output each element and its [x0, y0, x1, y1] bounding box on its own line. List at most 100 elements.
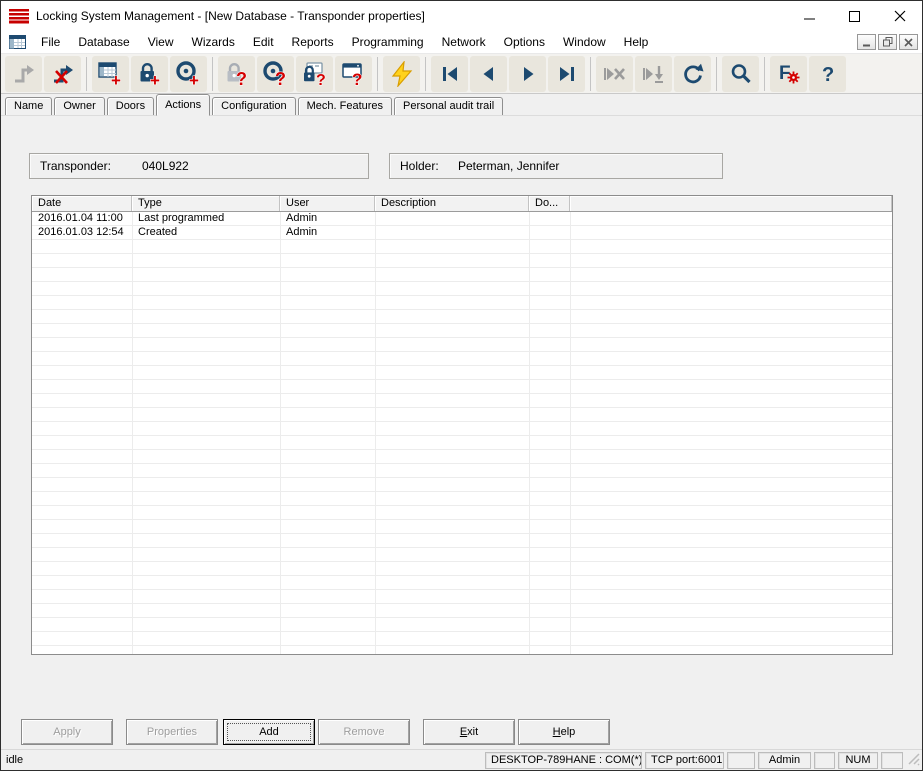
read-transponder-button[interactable]: ?	[257, 56, 294, 92]
child-window-icon[interactable]	[9, 35, 26, 49]
status-user: Admin	[758, 752, 811, 769]
resize-grip[interactable]	[906, 751, 921, 769]
svg-text:?: ?	[352, 70, 362, 87]
column-gridline	[132, 212, 133, 654]
read-transponder-icon: ?	[262, 60, 289, 87]
new-transponder-button[interactable]: +	[170, 56, 207, 92]
column-gridline	[570, 212, 571, 654]
svg-text:+: +	[150, 71, 160, 87]
tab-configuration[interactable]: Configuration	[212, 97, 295, 115]
menu-programming[interactable]: Programming	[343, 32, 433, 52]
last-record-button[interactable]	[548, 56, 585, 92]
status-num-lock: NUM	[838, 752, 878, 769]
cell-user: Admin	[280, 226, 375, 240]
next-record-button[interactable]	[509, 56, 546, 92]
previous-record-button[interactable]	[470, 56, 507, 92]
holder-field-box: Holder: Peterman, Jennifer	[389, 153, 723, 179]
menu-database[interactable]: Database	[69, 32, 138, 52]
toolbar: + + + ? ? ? ?	[1, 54, 922, 94]
search-button[interactable]	[722, 56, 759, 92]
tab-personal-audit-trail[interactable]: Personal audit trail	[394, 97, 503, 115]
read-lock-button[interactable]: ?	[218, 56, 255, 92]
cell-date: 2016.01.04 11:00	[32, 212, 132, 226]
window-title: Locking System Management - [New Databas…	[36, 9, 425, 23]
app-window: Locking System Management - [New Databas…	[0, 0, 923, 771]
new-lock-button[interactable]: +	[131, 56, 168, 92]
cell-type: Created	[132, 226, 280, 240]
previous-record-icon	[477, 62, 501, 86]
mdi-close-button[interactable]	[899, 34, 918, 50]
mdi-restore-button[interactable]	[878, 34, 897, 50]
first-record-button[interactable]	[431, 56, 468, 92]
menu-edit[interactable]: Edit	[244, 32, 283, 52]
add-button[interactable]: Add	[223, 719, 315, 745]
tab-owner[interactable]: Owner	[54, 97, 104, 115]
menu-wizards[interactable]: Wizards	[183, 32, 244, 52]
toolbar-separator	[212, 57, 213, 91]
minimize-icon	[804, 11, 815, 22]
read-window-icon: ?	[340, 60, 367, 87]
column-header-doors[interactable]: Do...	[529, 196, 570, 211]
flash-program-button[interactable]	[383, 56, 420, 92]
new-locking-system-button[interactable]: +	[92, 56, 129, 92]
skip-down-icon	[641, 61, 667, 87]
column-header-description[interactable]: Description	[375, 196, 529, 211]
toolbar-separator	[425, 57, 426, 91]
column-header-user[interactable]: User	[280, 196, 375, 211]
exit-button[interactable]: Exit	[423, 719, 515, 745]
svg-text:F: F	[779, 63, 791, 84]
logout-button[interactable]	[44, 56, 81, 92]
menu-network[interactable]: Network	[433, 32, 495, 52]
cell-date: 2016.01.03 12:54	[32, 226, 132, 240]
toolbar-separator	[716, 57, 717, 91]
tab-actions[interactable]: Actions	[156, 94, 210, 116]
status-empty-3	[881, 752, 903, 769]
skip-error-icon	[602, 61, 628, 87]
actions-table: Date Type User Description Do... 2016.01…	[31, 195, 893, 655]
tab-name[interactable]: Name	[5, 97, 52, 115]
read-lock-icon: ?	[223, 60, 250, 87]
cell-user: Admin	[280, 212, 375, 226]
menu-help[interactable]: Help	[615, 32, 658, 52]
mdi-minimize-button[interactable]	[857, 34, 876, 50]
cell-doors	[529, 226, 570, 240]
column-header-date[interactable]: Date	[32, 196, 132, 211]
help-button[interactable]: ?	[809, 56, 846, 92]
first-record-icon	[438, 62, 462, 86]
search-icon	[728, 61, 754, 87]
menu-options[interactable]: Options	[495, 32, 554, 52]
refresh-button[interactable]	[674, 56, 711, 92]
toolbar-separator	[764, 57, 765, 91]
read-lock-audit-button[interactable]: ?	[296, 56, 333, 92]
menu-view[interactable]: View	[139, 32, 183, 52]
mdi-restore-icon	[883, 37, 893, 47]
maximize-button[interactable]	[832, 1, 877, 31]
apply-button: Apply	[21, 719, 113, 745]
menu-file[interactable]: File	[32, 32, 69, 52]
menu-reports[interactable]: Reports	[283, 32, 343, 52]
filter-config-icon: F	[775, 60, 802, 87]
column-header-type[interactable]: Type	[132, 196, 280, 211]
flash-program-icon	[389, 61, 415, 87]
transponder-label: Transponder:	[40, 159, 111, 173]
filter-config-button[interactable]: F	[770, 56, 807, 92]
maximize-icon	[849, 11, 860, 22]
table-row[interactable]: 2016.01.04 11:00 Last programmed Admin	[32, 212, 892, 226]
tabbar: Name Owner Doors Actions Configuration M…	[1, 94, 922, 116]
read-window-button[interactable]: ?	[335, 56, 372, 92]
toolbar-separator	[590, 57, 591, 91]
close-button[interactable]	[877, 1, 922, 31]
refresh-icon	[680, 61, 706, 87]
minimize-button[interactable]	[787, 1, 832, 31]
transponder-value: 040L922	[142, 159, 189, 173]
menu-window[interactable]: Window	[554, 32, 615, 52]
remove-button: Remove	[318, 719, 410, 745]
tab-mech-features[interactable]: Mech. Features	[298, 97, 392, 115]
table-row[interactable]: 2016.01.03 12:54 Created Admin	[32, 226, 892, 240]
help-footer-button[interactable]: Help	[518, 719, 610, 745]
properties-button-label: Properties	[127, 726, 217, 738]
column-header-filler	[570, 196, 892, 211]
tab-doors[interactable]: Doors	[107, 97, 154, 115]
skip-error-button	[596, 56, 633, 92]
actions-tab-panel: Transponder: 040L922 Holder: Peterman, J…	[1, 116, 922, 751]
